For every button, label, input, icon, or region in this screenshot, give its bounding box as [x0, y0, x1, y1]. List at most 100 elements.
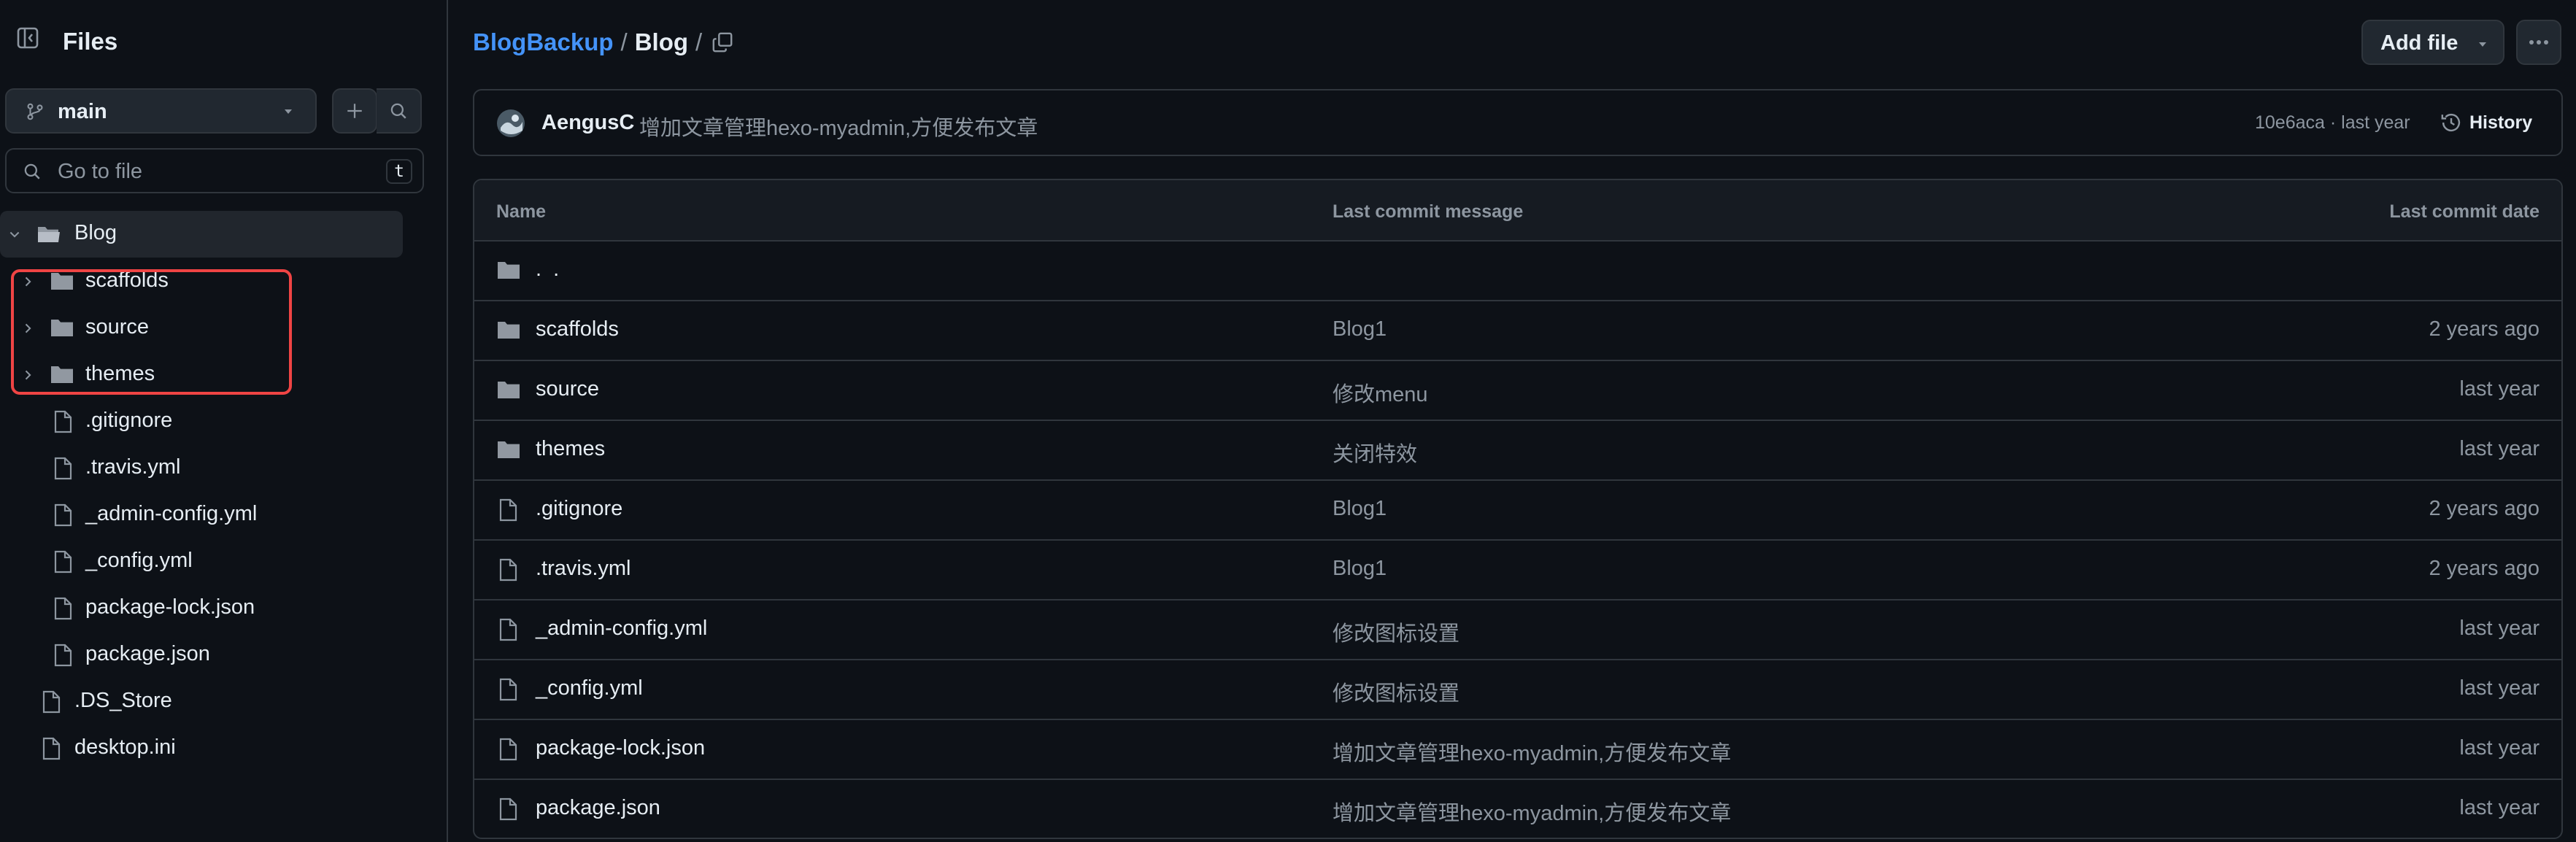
tree-item-blog[interactable]: Blog	[0, 211, 403, 258]
more-options-button[interactable]	[2516, 20, 2561, 65]
branch-icon	[27, 103, 43, 120]
file-name-link[interactable]: .gitignore	[536, 497, 622, 521]
commit-message-link[interactable]: 增加文章管理hexo-myadmin,方便发布文章	[1333, 796, 1731, 827]
latest-commit-bar: AengusC 增加文章管理hexo-myadmin,方便发布文章 10e6ac…	[473, 89, 2563, 156]
breadcrumb-separator: /	[620, 28, 628, 55]
column-header-name: Name	[496, 201, 547, 222]
add-file-dropdown-button[interactable]: Add file	[2361, 20, 2504, 65]
table-row[interactable]: package-lock.json 增加文章管理hexo-myadmin,方便发…	[474, 720, 2561, 780]
commit-message-link[interactable]: 增加文章管理hexo-myadmin,方便发布文章	[639, 111, 1038, 142]
tree-item-label: .travis.yml	[85, 455, 181, 479]
chevron-down-icon	[9, 231, 20, 238]
tree-item-gitignore[interactable]: .gitignore	[0, 398, 409, 445]
file-name-link[interactable]: scaffolds	[536, 317, 619, 341]
breadcrumb-repo-link[interactable]: BlogBackup	[473, 28, 614, 56]
file-name-link[interactable]: .travis.yml	[536, 557, 631, 581]
sidebar-title: Files	[63, 28, 118, 55]
avatar[interactable]	[496, 109, 525, 138]
folder-icon	[498, 262, 520, 279]
file-name-link[interactable]: source	[536, 377, 599, 401]
tree-item-label: _admin-config.yml	[85, 502, 258, 525]
search-icon	[390, 103, 406, 119]
tree-item-desktop-ini[interactable]: desktop.ini	[0, 725, 409, 772]
commit-message-link[interactable]: 增加文章管理hexo-myadmin,方便发布文章	[1333, 736, 1731, 767]
file-name-link[interactable]: package-lock.json	[536, 736, 705, 760]
history-label: History	[2469, 112, 2533, 133]
file-name-link[interactable]: package.json	[536, 796, 660, 820]
commit-date: 2 years ago	[2429, 557, 2540, 580]
commit-date: last year	[2459, 676, 2540, 700]
commit-message-link[interactable]: Blog1	[1333, 317, 1387, 341]
commit-message-link[interactable]: 关闭特效	[1333, 437, 1417, 468]
file-name-link[interactable]: themes	[536, 437, 605, 461]
commit-hash-and-time[interactable]: 10e6aca · last year	[2255, 112, 2410, 134]
collapse-sidebar-button[interactable]	[12, 22, 44, 54]
copy-path-button[interactable]	[706, 26, 739, 58]
go-to-file-placeholder: Go to file	[58, 160, 143, 183]
commit-message-link[interactable]: 修改图标设置	[1333, 676, 1459, 707]
file-icon	[42, 737, 61, 760]
file-icon	[499, 558, 517, 582]
tree-item-label: package.json	[85, 642, 210, 665]
file-table: Name Last commit message Last commit dat…	[473, 179, 2563, 839]
commit-message-link[interactable]: 修改图标设置	[1333, 617, 1459, 647]
file-icon	[54, 503, 72, 527]
add-file-button[interactable]	[332, 88, 377, 134]
file-icon	[499, 797, 517, 821]
file-name-link[interactable]: _config.yml	[536, 676, 643, 700]
breadcrumb: BlogBackup / Blog /	[473, 26, 702, 58]
branch-selector[interactable]: main	[5, 88, 317, 134]
tree-item-label: package-lock.json	[85, 595, 255, 619]
file-icon	[499, 738, 517, 761]
column-header-message: Last commit message	[1333, 201, 1524, 222]
tree-item-ds-store[interactable]: .DS_Store	[0, 679, 409, 725]
table-row[interactable]: _config.yml 修改图标设置 last year	[474, 660, 2561, 720]
commit-message-link[interactable]: Blog1	[1333, 497, 1387, 521]
tree-item-package-lock[interactable]: package-lock.json	[0, 585, 409, 632]
table-row[interactable]: .gitignore Blog1 2 years ago	[474, 481, 2561, 541]
search-files-button[interactable]	[377, 88, 422, 134]
commit-date: last year	[2459, 437, 2540, 460]
commit-author-link[interactable]: AengusC	[541, 111, 634, 135]
file-icon	[499, 498, 517, 522]
file-icon	[499, 618, 517, 641]
file-icon	[54, 597, 72, 620]
file-icon	[54, 644, 72, 667]
parent-directory-link[interactable]: . .	[536, 258, 562, 282]
commit-date: last year	[2459, 796, 2540, 819]
file-icon	[42, 690, 61, 714]
tree-item-label: desktop.ini	[74, 735, 176, 759]
commit-message-link[interactable]: 修改menu	[1333, 377, 1428, 408]
table-row-parent-directory[interactable]: . .	[474, 242, 2561, 301]
commit-date: last year	[2459, 736, 2540, 760]
commit-date: last year	[2459, 617, 2540, 640]
tree-item-config[interactable]: _config.yml	[0, 538, 409, 585]
table-row[interactable]: .travis.yml Blog1 2 years ago	[474, 541, 2561, 600]
file-name-link[interactable]: _admin-config.yml	[536, 617, 707, 641]
kebab-horizontal-icon	[2529, 40, 2548, 45]
tree-item-label: Blog	[74, 221, 117, 244]
table-row[interactable]: _admin-config.yml 修改图标设置 last year	[474, 600, 2561, 660]
tree-item-package-json[interactable]: package.json	[0, 632, 409, 679]
tree-item-travis-yml[interactable]: .travis.yml	[0, 445, 409, 492]
branch-name: main	[58, 100, 107, 123]
file-tree-sidebar: Files main Go to file t Blog scaffolds s…	[0, 0, 448, 842]
table-row[interactable]: package.json 增加文章管理hexo-myadmin,方便发布文章 l…	[474, 780, 2561, 838]
main-content: BlogBackup / Blog / Add file AengusC 增加文…	[448, 0, 2576, 842]
folder-icon	[498, 441, 520, 458]
commit-date: 2 years ago	[2429, 317, 2540, 341]
add-file-label: Add file	[2380, 31, 2459, 55]
tree-item-admin-config[interactable]: _admin-config.yml	[0, 492, 409, 538]
go-to-file-input[interactable]: Go to file t	[5, 148, 424, 193]
tree-item-label: .gitignore	[85, 409, 173, 432]
caret-down-icon	[285, 109, 292, 114]
search-icon	[24, 163, 40, 179]
commit-date: 2 years ago	[2429, 497, 2540, 520]
history-button[interactable]: History	[2440, 104, 2550, 142]
table-row[interactable]: themes 关闭特效 last year	[474, 421, 2561, 481]
commit-message-link[interactable]: Blog1	[1333, 557, 1387, 581]
table-row[interactable]: source 修改menu last year	[474, 361, 2561, 421]
folder-open-icon	[38, 227, 60, 242]
table-row[interactable]: scaffolds Blog1 2 years ago	[474, 301, 2561, 361]
copy-icon	[712, 32, 733, 53]
